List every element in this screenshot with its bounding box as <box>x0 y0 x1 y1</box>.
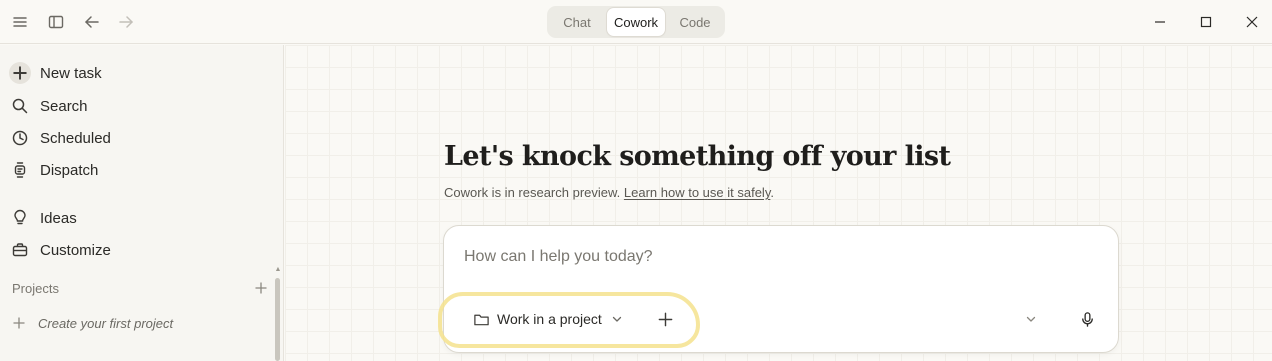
plus-icon <box>10 314 28 332</box>
task-composer: How can I help you today? Work in a proj… <box>438 225 1119 353</box>
tab-cowork[interactable]: Cowork <box>607 8 665 36</box>
title-bar: Chat Cowork Code <box>0 0 1272 44</box>
sidebar-item-label: New task <box>40 64 102 82</box>
sidebar-item-label: Search <box>40 97 88 115</box>
sidebar: New task Search Scheduled Dispatch Ideas… <box>0 45 284 361</box>
model-selector-chevron-icon[interactable] <box>1022 310 1040 328</box>
add-project-icon[interactable] <box>252 279 270 297</box>
sidebar-item-dispatch[interactable]: Dispatch <box>8 156 268 184</box>
sidebar-item-label: Scheduled <box>40 129 111 147</box>
work-in-project-button[interactable]: Work in a project <box>472 308 624 330</box>
projects-header: Projects <box>12 279 270 297</box>
sidebar-item-search[interactable]: Search <box>8 92 268 120</box>
main-area: Let's knock something off your list Cowo… <box>285 45 1272 361</box>
notice-text: Cowork is in research preview. <box>444 185 624 200</box>
plus-circle-icon <box>8 61 32 85</box>
create-first-project-link[interactable]: Create your first project <box>10 313 173 333</box>
tab-chat[interactable]: Chat <box>549 8 605 36</box>
sidebar-item-scheduled[interactable]: Scheduled <box>8 124 268 152</box>
chevron-down-icon <box>610 312 624 326</box>
page-title: Let's knock something off your list <box>444 141 951 172</box>
search-icon <box>8 94 32 118</box>
sidebar-item-new-task[interactable]: New task <box>8 59 268 87</box>
sidebar-item-label: Ideas <box>40 209 77 227</box>
close-icon[interactable] <box>1240 10 1264 34</box>
projects-heading: Projects <box>12 280 59 296</box>
folder-icon <box>472 310 490 328</box>
sidebar-item-customize[interactable]: Customize <box>8 236 268 264</box>
research-preview-notice: Cowork is in research preview. Learn how… <box>444 185 774 200</box>
project-button-label: Work in a project <box>497 311 602 327</box>
sidebar-item-label: Customize <box>40 241 111 259</box>
sidebar-item-ideas[interactable]: Ideas <box>8 204 268 232</box>
add-attachment-icon[interactable] <box>654 308 676 330</box>
create-project-label: Create your first project <box>38 315 174 331</box>
arrow-left-icon[interactable] <box>80 10 104 34</box>
sidebar-item-label: Dispatch <box>40 161 99 179</box>
maximize-icon[interactable] <box>1194 10 1218 34</box>
minimize-icon[interactable] <box>1148 10 1172 34</box>
notice-period: . <box>770 185 774 200</box>
lightbulb-icon <box>8 206 32 230</box>
sidebar-scrollbar[interactable] <box>275 278 280 361</box>
microphone-icon[interactable] <box>1076 308 1098 330</box>
watch-icon <box>8 158 32 182</box>
clock-icon <box>8 126 32 150</box>
briefcase-icon <box>8 238 32 262</box>
hamburger-menu-icon[interactable] <box>8 10 32 34</box>
mode-switcher: Chat Cowork Code <box>547 6 725 38</box>
tab-code[interactable]: Code <box>667 8 723 36</box>
arrow-right-icon[interactable] <box>114 10 138 34</box>
prompt-input[interactable]: How can I help you today? <box>464 248 653 266</box>
scroll-up-arrow-icon[interactable]: ▲ <box>274 266 282 274</box>
learn-safety-link[interactable]: Learn how to use it safely <box>624 185 770 200</box>
sidebar-panel-icon[interactable] <box>44 10 68 34</box>
